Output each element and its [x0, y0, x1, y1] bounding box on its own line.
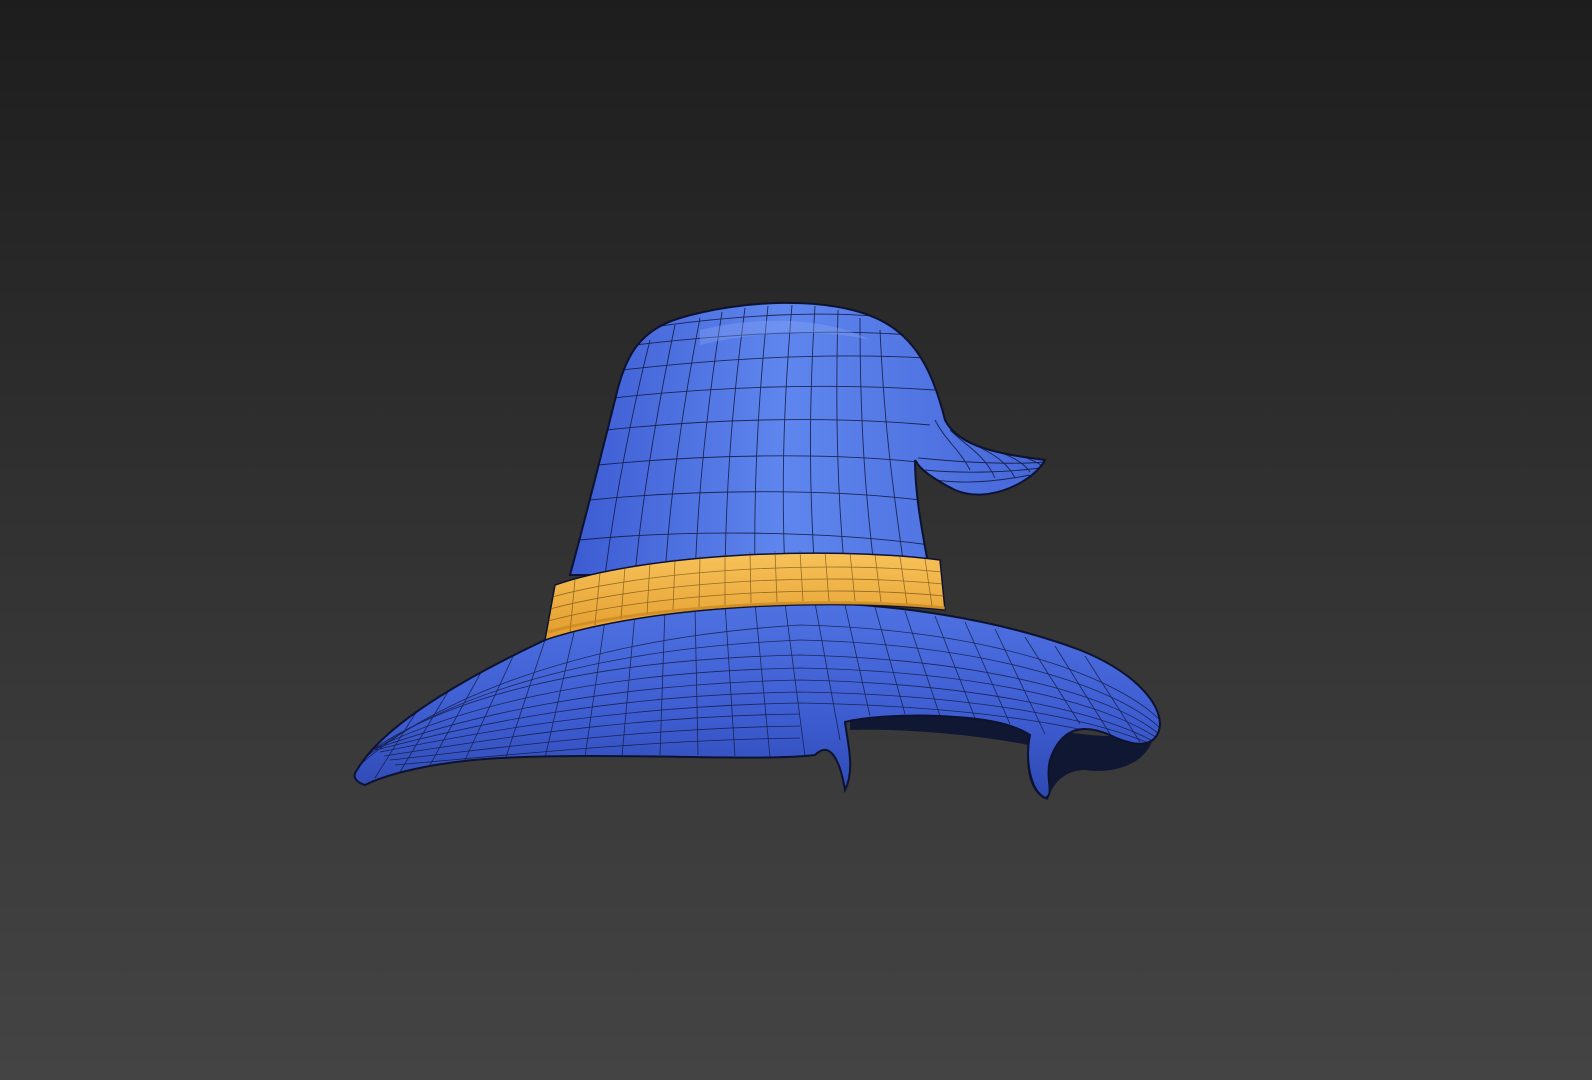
wizard-hat-model [353, 301, 1162, 800]
hat-crown [568, 301, 1047, 576]
hat-brim [353, 600, 1162, 800]
3d-viewport[interactable] [0, 0, 1592, 1080]
